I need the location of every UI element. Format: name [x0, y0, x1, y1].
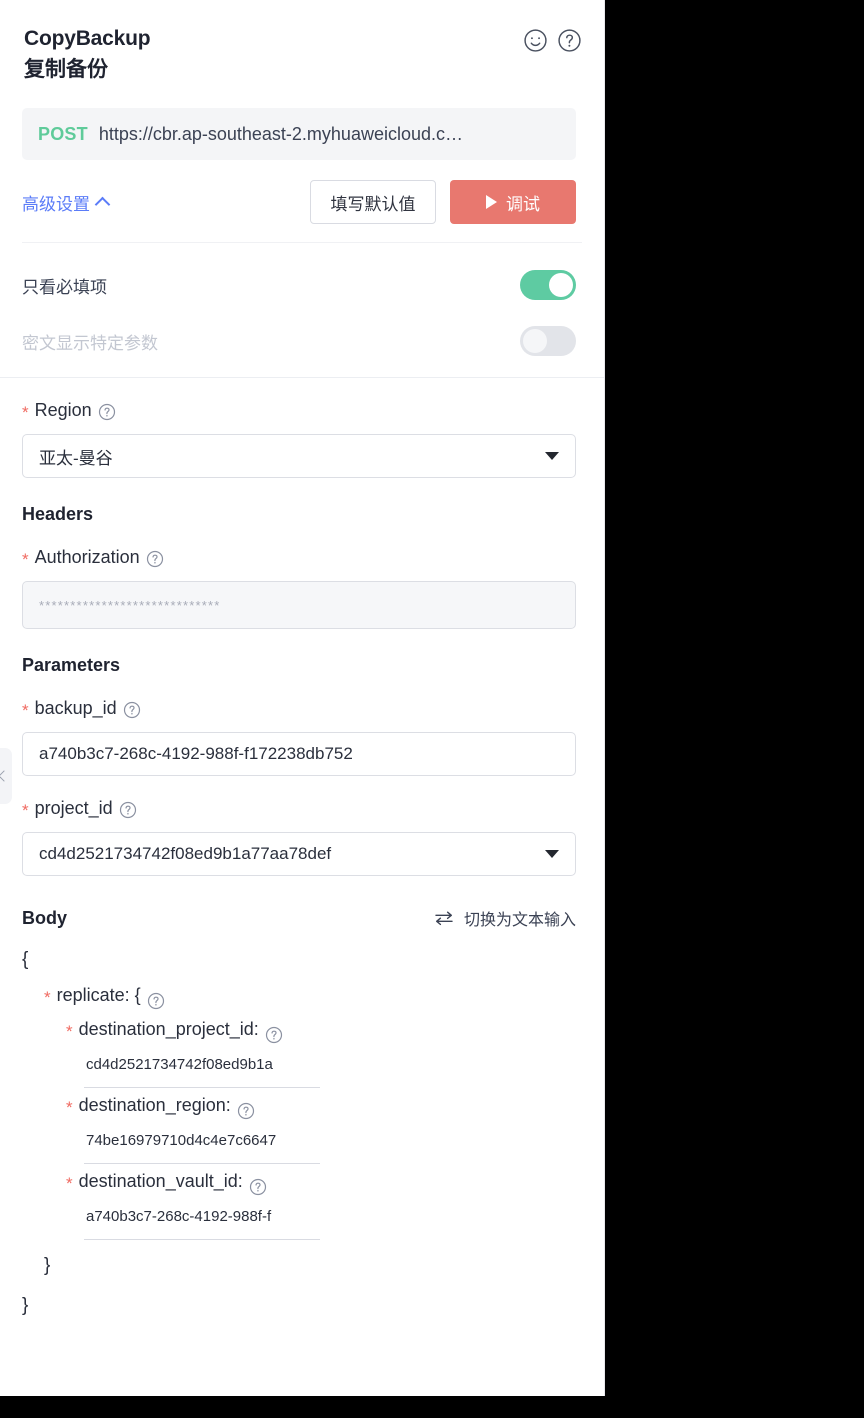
help-icon-authorization[interactable]: [146, 550, 164, 568]
swap-icon: [434, 910, 454, 926]
toggle-label-mask-params: 密文显示特定参数: [22, 333, 158, 353]
body-json-editor: { * replicate: { * destination_project_i…: [22, 942, 576, 1324]
header-actions: [523, 28, 582, 53]
json-key-replicate: * replicate: {: [22, 978, 576, 1012]
chevron-down-icon: [545, 850, 559, 858]
region-select-value: 亚太-曼谷: [39, 448, 113, 468]
required-star: *: [22, 403, 29, 422]
brace-text: }: [44, 1255, 51, 1276]
json-value-row-destination-region: 74be16979710d4c4e7c6647: [22, 1122, 576, 1164]
toolbar-row: 高级设置 填写默认值 调试: [22, 180, 576, 224]
required-star: *: [66, 1097, 73, 1117]
json-open-brace: {: [22, 942, 576, 978]
json-key-label-replicate: replicate: {: [56, 985, 141, 1005]
switch-to-text-input-button[interactable]: 切换为文本输入: [434, 906, 576, 930]
json-value-row-destination-vault-id: a740b3c7-268c-4192-988f-f: [22, 1198, 576, 1240]
advanced-settings-label: 高级设置: [22, 194, 90, 214]
field-label-region: * Region: [22, 400, 576, 421]
request-url-text: https://cbr.ap-southeast-2.myhuaweicloud…: [98, 123, 463, 144]
required-star: *: [66, 1021, 73, 1041]
authorization-input[interactable]: *****************************: [22, 581, 576, 629]
advanced-settings-toggle[interactable]: 高级设置: [22, 190, 111, 215]
divider-top: [22, 242, 582, 243]
help-icon-project-id[interactable]: [119, 801, 137, 819]
page-title: CopyBackup: [24, 27, 151, 50]
json-close-brace: }: [22, 1288, 576, 1324]
brace-text: }: [22, 1295, 29, 1316]
required-star: *: [66, 1173, 73, 1193]
field-label-project-id: * project_id: [22, 798, 576, 819]
brace-text: {: [22, 949, 29, 970]
help-icon-region[interactable]: [98, 403, 116, 421]
help-icon-destination-vault-id[interactable]: [249, 1173, 267, 1196]
destination-vault-id-input[interactable]: a740b3c7-268c-4192-988f-f: [84, 1198, 320, 1240]
panel-header: CopyBackup 复制备份: [0, 0, 604, 86]
toggle-row-required-only: 只看必填项: [22, 263, 576, 307]
json-close-brace-replicate: }: [22, 1248, 576, 1284]
smiley-icon[interactable]: [523, 28, 548, 53]
required-star: *: [22, 701, 29, 720]
toggle-label-required-only: 只看必填项: [22, 277, 107, 297]
play-icon: [486, 195, 497, 209]
field-label-backup-id: * backup_id: [22, 698, 576, 719]
destination-project-id-input[interactable]: cd4d2521734742f08ed9b1a: [84, 1046, 320, 1088]
debug-button-label: 调试: [506, 194, 540, 214]
help-icon-replicate[interactable]: [147, 987, 165, 1010]
json-key-destination-project-id: * destination_project_id:: [22, 1012, 576, 1046]
request-url-bar[interactable]: POST https://cbr.ap-southeast-2.myhuawei…: [22, 108, 576, 160]
field-label-authorization: * Authorization: [22, 547, 576, 568]
project-id-value: cd4d2521734742f08ed9b1a77aa78def: [39, 844, 332, 863]
json-key-destination-vault-id: * destination_vault_id:: [22, 1164, 576, 1198]
json-key-label-destination-vault-id: destination_vault_id:: [78, 1171, 243, 1191]
required-star: *: [22, 801, 29, 820]
required-star: *: [44, 987, 51, 1007]
label-text-authorization: Authorization: [34, 547, 140, 567]
section-title-body: Body: [22, 907, 67, 928]
json-key-destination-region: * destination_region:: [22, 1088, 576, 1122]
fill-defaults-button[interactable]: 填写默认值: [310, 180, 436, 224]
toggle-row-mask-params: 密文显示特定参数: [22, 319, 576, 363]
toggle-mask-params[interactable]: [520, 326, 576, 356]
label-text-backup-id: backup_id: [34, 698, 117, 718]
section-title-headers: Headers: [22, 504, 94, 524]
help-icon-destination-region[interactable]: [237, 1097, 255, 1120]
json-value-row-destination-project-id: cd4d2521734742f08ed9b1a: [22, 1046, 576, 1088]
label-text-region: Region: [34, 400, 92, 420]
label-text-project-id: project_id: [34, 798, 113, 818]
debug-button[interactable]: 调试: [450, 180, 576, 224]
page-subtitle: 复制备份: [24, 58, 108, 81]
http-method-label: POST: [38, 123, 88, 144]
json-key-label-destination-region: destination_region:: [78, 1095, 231, 1115]
divider-section: [0, 377, 604, 378]
backup-id-input[interactable]: a740b3c7-268c-4192-988f-f172238db752: [22, 732, 576, 776]
chevron-up-icon: [94, 196, 111, 212]
destination-region-input[interactable]: 74be16979710d4c4e7c6647: [84, 1122, 320, 1164]
form-section: * Region 亚太-曼谷 Headers * Authorization *…: [0, 400, 604, 1324]
toggle-required-only[interactable]: [520, 270, 576, 300]
api-debug-panel: CopyBackup 复制备份 POST https://cbr.ap-sout…: [0, 0, 605, 1396]
help-icon-destination-project-id[interactable]: [265, 1021, 283, 1044]
help-icon-backup-id[interactable]: [123, 701, 141, 719]
question-circle-icon[interactable]: [557, 28, 582, 53]
section-title-parameters: Parameters: [22, 655, 121, 675]
toggle-knob: [523, 329, 547, 353]
json-key-label-destination-project-id: destination_project_id:: [78, 1019, 259, 1039]
project-id-select[interactable]: cd4d2521734742f08ed9b1a77aa78def: [22, 832, 576, 876]
panel-collapse-handle[interactable]: [0, 748, 12, 804]
body-header-row: Body 切换为文本输入: [22, 906, 576, 930]
region-select[interactable]: 亚太-曼谷: [22, 434, 576, 478]
switch-to-text-input-label: 切换为文本输入: [463, 912, 576, 929]
chevron-left-icon: [0, 770, 10, 782]
chevron-down-icon: [545, 452, 559, 460]
toggle-knob: [549, 273, 573, 297]
required-star: *: [22, 550, 29, 569]
